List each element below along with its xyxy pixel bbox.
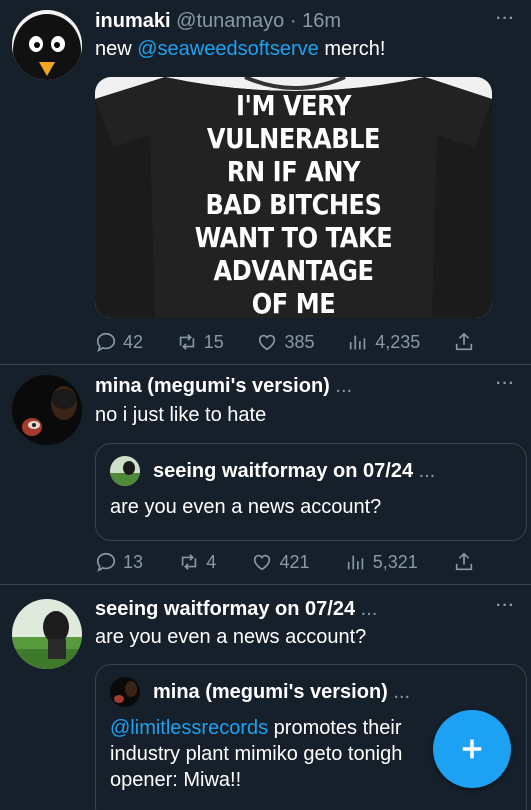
tweet-text: no i just like to hate: [95, 404, 267, 426]
truncation-ellipsis: ...: [335, 375, 353, 397]
tweet-1[interactable]: inumaki @tunamayo · 16m ··· new @seaweed…: [0, 0, 531, 365]
author-name[interactable]: inumaki: [95, 10, 171, 32]
dark-portrait-avatar-icon: [12, 375, 82, 445]
reply-icon: [96, 552, 116, 572]
quote-avatar: [110, 677, 140, 707]
retweet-icon: [181, 554, 197, 570]
reply-button[interactable]: 13: [95, 551, 143, 573]
tweet-actions: 42 15 385 4,235: [95, 331, 475, 353]
retweet-icon: [179, 334, 194, 350]
tweet-2[interactable]: mina (megumi's version) ... ··· no i jus…: [0, 365, 531, 585]
tweet-media-image[interactable]: I'M VERY VULNERABLE RN IF ANY BAD BITCHE…: [95, 77, 492, 318]
tweet-text: new @seaweedsoftserve merch!: [95, 38, 386, 60]
tweet-actions: 13 4 421 5,321: [95, 551, 475, 573]
compose-tweet-button[interactable]: [433, 710, 511, 788]
quote-author-name: mina (megumi's version): [153, 681, 388, 703]
timestamp[interactable]: 16m: [302, 10, 341, 32]
author-name[interactable]: seeing waitformay on 07/24: [95, 598, 355, 620]
field-portrait-avatar-icon: [12, 599, 82, 669]
separator: ·: [289, 10, 297, 32]
plus-icon: [462, 739, 482, 759]
share-icon: [455, 332, 473, 351]
truncation-ellipsis: ...: [360, 598, 378, 620]
reply-icon: [96, 332, 116, 352]
quoted-tweet[interactable]: seeing waitformay on 07/24 ... are you e…: [95, 443, 527, 541]
author-handle[interactable]: @tunamayo: [176, 10, 284, 32]
analytics-icon: [350, 335, 366, 350]
avatar-waitformay[interactable]: [12, 599, 82, 669]
heart-icon: [259, 334, 276, 351]
avatar-mina[interactable]: [12, 375, 82, 445]
tweet-header: seeing waitformay on 07/24 ...: [95, 598, 491, 621]
views-button[interactable]: 5,321: [345, 551, 418, 573]
like-button[interactable]: 385: [256, 331, 315, 353]
quote-author-name: seeing waitformay on 07/24: [153, 460, 414, 482]
quote-text: are you even a news account?: [110, 496, 382, 518]
more-options-icon[interactable]: ···: [496, 375, 515, 393]
quote-avatar: [110, 456, 140, 486]
field-portrait-avatar-icon: [110, 456, 140, 486]
tweet-header: inumaki @tunamayo · 16m: [95, 10, 491, 33]
quote-header: seeing waitformay on 07/24 ...: [153, 460, 436, 482]
reply-button[interactable]: 42: [95, 331, 143, 353]
analytics-icon: [347, 555, 363, 570]
heart-icon: [254, 554, 271, 571]
share-button[interactable]: [453, 331, 475, 353]
tweet-header: mina (megumi's version) ...: [95, 375, 491, 398]
author-name[interactable]: mina (megumi's version): [95, 375, 330, 397]
dark-portrait-avatar-icon: [110, 677, 140, 707]
retweet-button[interactable]: 15: [176, 331, 224, 353]
quote-mention-link[interactable]: @limitlessrecords: [110, 717, 268, 739]
share-button[interactable]: [453, 551, 475, 573]
quote-header: mina (megumi's version) ...: [153, 681, 411, 703]
views-button[interactable]: 4,235: [347, 331, 420, 353]
like-button[interactable]: 421: [251, 551, 310, 573]
mention-link[interactable]: @seaweedsoftserve: [137, 38, 319, 60]
more-options-icon[interactable]: ···: [496, 10, 515, 28]
avatar-inumaki[interactable]: [12, 10, 82, 80]
tweet-text: are you even a news account?: [95, 626, 367, 648]
share-icon: [455, 552, 473, 571]
penguin-avatar-icon: [12, 10, 82, 80]
shirt-print-text: I'M VERY VULNERABLE RN IF ANY BAD BITCHE…: [194, 89, 393, 318]
retweet-button[interactable]: 4: [178, 551, 216, 573]
more-options-icon[interactable]: ···: [496, 597, 515, 615]
